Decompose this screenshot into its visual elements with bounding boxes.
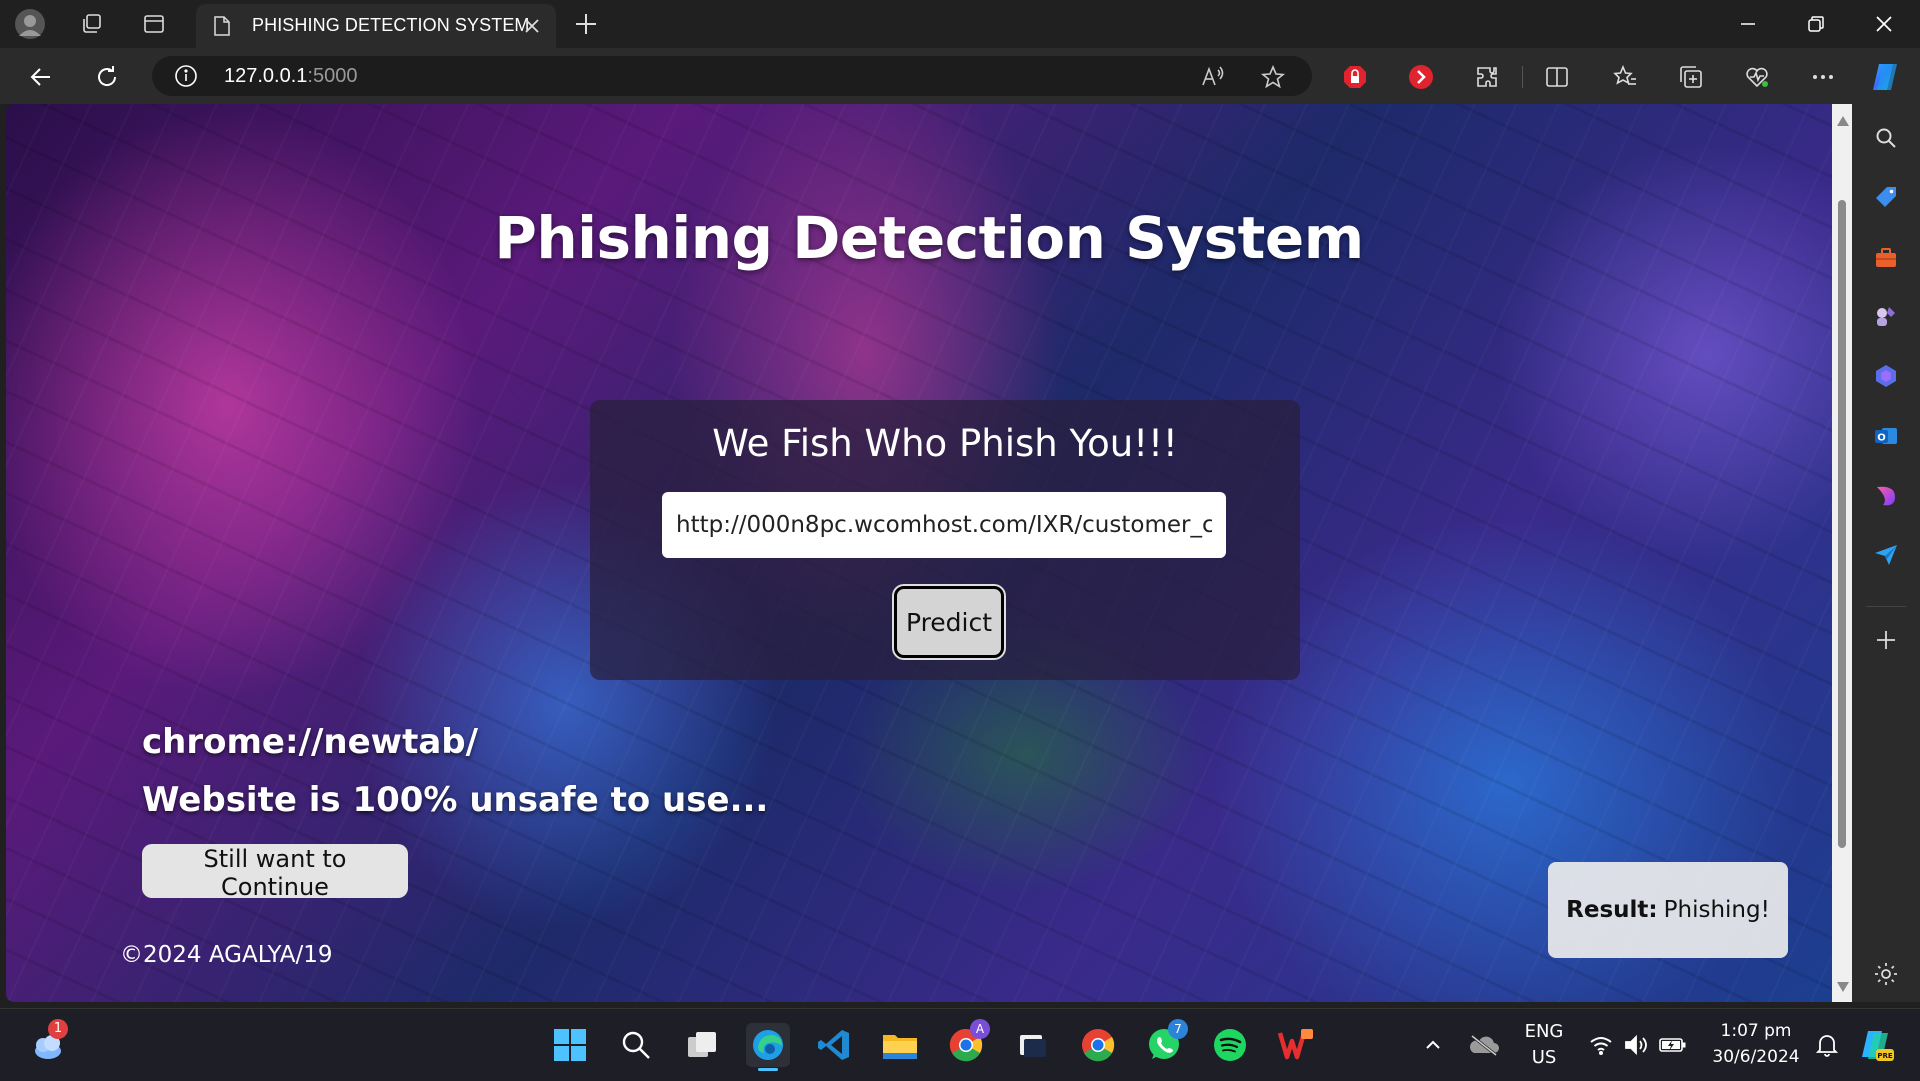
address-bar[interactable]: 127.0.0.1:5000 [152, 56, 1312, 96]
svg-text:PRE: PRE [1877, 1052, 1893, 1060]
vertical-scrollbar[interactable] [1832, 104, 1852, 1002]
favorites-icon[interactable] [1608, 60, 1642, 94]
wifi-icon[interactable] [1586, 1023, 1616, 1067]
whatsapp-icon[interactable]: 7 [1142, 1019, 1188, 1067]
edge-taskbar-icon[interactable] [746, 1023, 790, 1071]
url-port: :5000 [307, 65, 358, 87]
close-window-icon[interactable] [1856, 6, 1912, 42]
scroll-thumb[interactable] [1838, 200, 1846, 848]
tab-title: PHISHING DETECTION SYSTEM [252, 15, 530, 35]
profile-avatar[interactable] [14, 8, 46, 40]
page-title: Phishing Detection System [494, 204, 1364, 272]
add-sidebar-app-icon[interactable] [1868, 622, 1904, 658]
read-aloud-icon[interactable] [1200, 64, 1226, 90]
designer-icon[interactable] [1868, 478, 1904, 514]
restore-icon[interactable] [1788, 6, 1844, 42]
continue-button[interactable]: Still want to Continue [142, 844, 408, 901]
url-host: 127.0.0.1 [224, 65, 308, 87]
new-tab-icon[interactable] [572, 10, 600, 38]
file-explorer-icon[interactable] [878, 1023, 922, 1067]
search-icon[interactable] [1868, 120, 1904, 156]
unsafe-warning-text: Website is 100% unsafe to use... [142, 780, 769, 820]
result-label: Result: [1566, 897, 1658, 923]
tab-strip: PHISHING DETECTION SYSTEM [0, 0, 1920, 48]
vscode-icon[interactable] [812, 1023, 856, 1067]
card-heading: We Fish Who Phish You!!! [712, 422, 1178, 465]
windows-taskbar: 1 A 7 ENG US 1:07 pm 30/6/2024 PRE [0, 1008, 1920, 1081]
show-hidden-icons-chevron-icon[interactable] [1418, 1023, 1448, 1067]
wps-office-icon[interactable] [1274, 1023, 1318, 1067]
checked-url-text: chrome://newtab/ [142, 722, 479, 762]
clock-time[interactable]: 1:07 pm [1700, 1021, 1812, 1041]
svg-text:O: O [1877, 433, 1886, 444]
browser-essentials-icon[interactable] [1740, 60, 1774, 94]
chrome-icon[interactable] [1076, 1023, 1120, 1067]
more-menu-icon[interactable] [1806, 60, 1840, 94]
keyboard-region[interactable]: US [1520, 1047, 1568, 1068]
games-icon[interactable] [1868, 298, 1904, 334]
windows-start-icon[interactable] [548, 1023, 592, 1067]
weather-widget-icon[interactable]: 1 [26, 1019, 70, 1067]
browser-toolbar: 127.0.0.1:5000 [0, 48, 1920, 104]
settings-gear-icon[interactable] [1868, 956, 1904, 992]
toolbar-divider [1522, 66, 1523, 88]
close-tab-icon[interactable] [522, 16, 542, 36]
microsoft-365-icon[interactable] [1868, 358, 1904, 394]
outlook-icon[interactable]: O [1868, 418, 1904, 454]
page-content: Phishing Detection System We Fish Who Ph… [6, 104, 1852, 1002]
page-icon [214, 16, 230, 36]
notifications-bell-icon[interactable] [1812, 1023, 1842, 1067]
minimize-icon[interactable] [1720, 6, 1776, 42]
chrome-profile-badge: A [970, 1019, 990, 1039]
url-input[interactable] [662, 492, 1226, 558]
extensions-puzzle-icon[interactable] [1470, 60, 1504, 94]
site-info-icon[interactable] [174, 64, 198, 88]
language-code[interactable]: ENG [1520, 1021, 1568, 1042]
copilot-taskbar-icon[interactable]: PRE [1854, 1023, 1898, 1067]
send-drop-icon[interactable] [1868, 536, 1904, 572]
battery-icon[interactable] [1658, 1023, 1688, 1067]
copilot-icon[interactable] [1868, 60, 1902, 94]
tools-briefcase-icon[interactable] [1868, 240, 1904, 276]
task-view-icon[interactable] [680, 1023, 724, 1067]
extension-red-icon[interactable] [1404, 60, 1438, 94]
result-value: Phishing! [1663, 897, 1770, 923]
chrome-profile-icon[interactable]: A [944, 1019, 990, 1067]
scroll-down-arrow-icon[interactable] [1837, 982, 1849, 992]
whatsapp-badge: 7 [1168, 1019, 1188, 1039]
tab-active[interactable]: PHISHING DETECTION SYSTEM [196, 4, 556, 48]
refresh-icon[interactable] [90, 60, 124, 94]
collections-icon[interactable] [1674, 60, 1708, 94]
footer-copyright: ©2024 AGALYA/19 [120, 942, 333, 968]
predict-button[interactable]: Predict [894, 586, 1004, 658]
back-arrow-icon[interactable] [24, 60, 58, 94]
spotify-icon[interactable] [1208, 1023, 1252, 1067]
adblock-extension-icon[interactable] [1338, 60, 1372, 94]
split-screen-icon[interactable] [1540, 60, 1574, 94]
workspaces-icon[interactable] [76, 8, 108, 40]
favorite-star-icon[interactable] [1260, 64, 1286, 90]
scroll-up-arrow-icon[interactable] [1837, 116, 1849, 126]
volume-icon[interactable] [1622, 1023, 1652, 1067]
files-app-icon[interactable] [1010, 1023, 1054, 1067]
taskbar-search-icon[interactable] [614, 1023, 658, 1067]
clock-date[interactable]: 30/6/2024 [1700, 1047, 1812, 1067]
url-text[interactable]: 127.0.0.1:5000 [224, 65, 357, 88]
prediction-card: We Fish Who Phish You!!! Predict [590, 400, 1300, 680]
onedrive-offline-icon[interactable] [1466, 1023, 1502, 1067]
sidebar-divider [1866, 606, 1906, 607]
active-app-indicator [758, 1068, 778, 1071]
tab-actions-icon[interactable] [138, 8, 170, 40]
shopping-tag-icon[interactable] [1868, 180, 1904, 216]
result-box: Result: Phishing! [1548, 862, 1788, 958]
notification-badge: 1 [48, 1019, 68, 1039]
edge-sidebar: O [1852, 104, 1920, 1002]
